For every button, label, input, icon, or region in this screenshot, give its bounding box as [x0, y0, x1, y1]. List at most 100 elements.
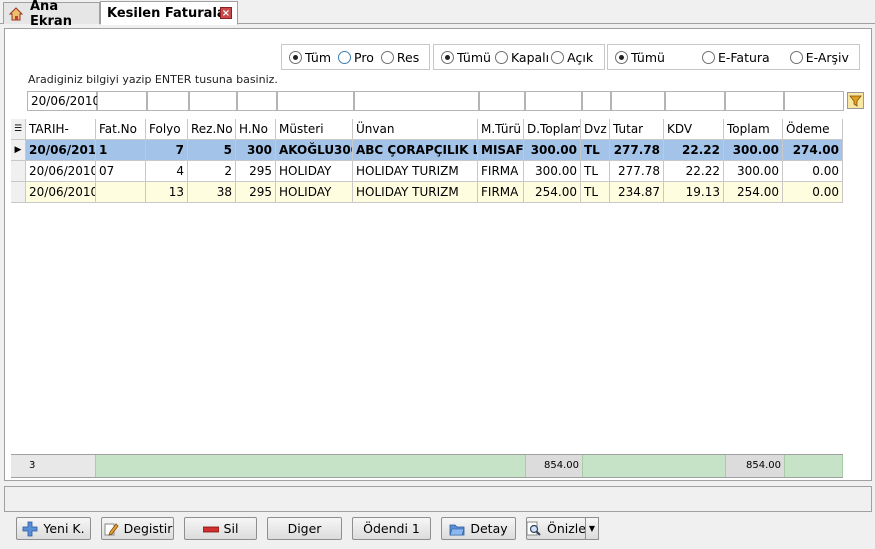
col-toplam[interactable]: Toplam — [724, 119, 783, 140]
cell-odeme[interactable]: 274.00 — [783, 140, 843, 161]
cell-rezno[interactable]: 2 — [188, 161, 236, 182]
col-dvz[interactable]: Dvz — [581, 119, 610, 140]
cell-kdv[interactable]: 19.13 — [664, 182, 724, 203]
cell-tarih[interactable]: 20/06/2010 — [26, 140, 96, 161]
col-rezno[interactable]: Rez.No — [188, 119, 236, 140]
radio-res[interactable]: Res — [380, 50, 419, 65]
cell-folyo[interactable]: 4 — [146, 161, 188, 182]
col-musteri[interactable]: Müsteri — [276, 119, 353, 140]
cell-tutar[interactable]: 234.87 — [610, 182, 664, 203]
cell-folyo[interactable]: 7 — [146, 140, 188, 161]
cell-fatno[interactable]: 07 — [96, 161, 146, 182]
cell-hno[interactable]: 300 — [236, 140, 276, 161]
cell-tarih[interactable]: 20/06/2010 — [26, 182, 96, 203]
cell-dvz[interactable]: TL — [581, 161, 610, 182]
filter-cell[interactable] — [277, 91, 354, 111]
cell-kdv[interactable]: 22.22 — [664, 161, 724, 182]
paid-button[interactable]: Ödendi 1 — [352, 517, 431, 540]
date-filter-input[interactable]: 20/06/2010 — [27, 91, 100, 111]
radio-kapali[interactable]: Kapalı — [494, 50, 549, 65]
cell-tutar[interactable]: 277.78 — [610, 161, 664, 182]
table-row[interactable]: 20/06/2010 07 4 2 295 HOLIDAY HOLIDAY TU… — [11, 161, 843, 182]
close-icon[interactable]: × — [220, 7, 232, 19]
cell-rezno[interactable]: 38 — [188, 182, 236, 203]
cell-kdv[interactable]: 22.22 — [664, 140, 724, 161]
edit-button[interactable]: Degistir — [101, 517, 174, 540]
cell-unvan[interactable]: ABC ÇORAPÇILIK LTD — [353, 140, 478, 161]
cell-dtoplam[interactable]: 300.00 — [524, 140, 581, 161]
new-button[interactable]: Yeni K. — [16, 517, 91, 540]
cell-odeme[interactable]: 0.00 — [783, 182, 843, 203]
filter-cell[interactable] — [97, 91, 147, 111]
cell-fatno[interactable]: 1 — [96, 140, 146, 161]
filter-cell[interactable] — [354, 91, 479, 111]
col-dtoplam[interactable]: D.Toplam — [524, 119, 581, 140]
cell-musteri[interactable]: HOLIDAY — [276, 182, 353, 203]
radio-tumu-einv[interactable]: Tümü — [615, 50, 665, 65]
filter-cell[interactable] — [665, 91, 725, 111]
radio-efatura[interactable]: E-Fatura — [701, 50, 770, 65]
row-indicator-icon: ▶ — [11, 140, 26, 161]
col-kdv[interactable]: KDV — [664, 119, 724, 140]
col-tutar[interactable]: Tutar — [610, 119, 664, 140]
filter-cell[interactable] — [725, 91, 784, 111]
filter-cell[interactable] — [189, 91, 237, 111]
delete-button[interactable]: Sil — [184, 517, 257, 540]
cell-odeme[interactable]: 0.00 — [783, 161, 843, 182]
radio-pro[interactable]: Pro — [338, 50, 374, 65]
radio-tumu[interactable]: Tümü — [441, 50, 491, 65]
cell-dtoplam[interactable]: 300.00 — [524, 161, 581, 182]
col-unvan[interactable]: Ünvan — [353, 119, 478, 140]
filter-group-einvoice: Tümü E-Fatura E-Arşiv — [607, 44, 860, 70]
filter-cell[interactable] — [479, 91, 525, 111]
cell-toplam[interactable]: 254.00 — [724, 182, 783, 203]
radio-acik[interactable]: Açık — [551, 50, 593, 65]
tab-ana-ekran[interactable]: Ana Ekran — [3, 0, 100, 29]
radio-earsiv[interactable]: E-Arşiv — [789, 50, 849, 65]
other-button[interactable]: Diger — [267, 517, 342, 540]
cell-folyo[interactable]: 13 — [146, 182, 188, 203]
col-hno[interactable]: H.No — [236, 119, 276, 140]
cell-toplam[interactable]: 300.00 — [724, 161, 783, 182]
column-chooser-icon[interactable]: ☰ — [11, 119, 26, 140]
grid-summary-footer: 3 854.00 854.00 — [11, 454, 843, 478]
cell-musteri[interactable]: HOLIDAY — [276, 161, 353, 182]
cell-dtoplam[interactable]: 254.00 — [524, 182, 581, 203]
cell-hno[interactable]: 295 — [236, 161, 276, 182]
preview-button[interactable]: Önizle ▼ — [526, 517, 599, 540]
preview-dropdown-icon[interactable]: ▼ — [585, 517, 599, 540]
filter-cell[interactable] — [147, 91, 189, 111]
col-tarih[interactable]: TARIH- — [26, 119, 96, 140]
cell-rezno[interactable]: 5 — [188, 140, 236, 161]
cell-tarih[interactable]: 20/06/2010 — [26, 161, 96, 182]
cell-dvz[interactable]: TL — [581, 140, 610, 161]
cell-musteri[interactable]: AKOĞLU300 — [276, 140, 353, 161]
cell-fatno[interactable] — [96, 182, 146, 203]
filter-cell[interactable] — [611, 91, 665, 111]
col-odeme[interactable]: Ödeme — [783, 119, 843, 140]
col-fatno[interactable]: Fat.No — [96, 119, 146, 140]
cell-unvan[interactable]: HOLIDAY TURIZM — [353, 161, 478, 182]
cell-toplam[interactable]: 300.00 — [724, 140, 783, 161]
filter-cell[interactable] — [237, 91, 277, 111]
cell-mturu[interactable]: FIRMA — [478, 182, 524, 203]
radio-tum[interactable]: Tüm — [289, 50, 331, 65]
detail-button[interactable]: Detay — [441, 517, 516, 540]
home-icon — [8, 6, 24, 22]
cell-mturu[interactable]: FIRMA — [478, 161, 524, 182]
cell-mturu[interactable]: MISAFIR — [478, 140, 524, 161]
cell-tutar[interactable]: 277.78 — [610, 140, 664, 161]
cell-unvan[interactable]: HOLIDAY TURIZM — [353, 182, 478, 203]
filter-cell[interactable] — [784, 91, 844, 111]
col-folyo[interactable]: Folyo — [146, 119, 188, 140]
table-row[interactable]: 20/06/2010 13 38 295 HOLIDAY HOLIDAY TUR… — [11, 182, 843, 203]
cell-hno[interactable]: 295 — [236, 182, 276, 203]
cell-dvz[interactable]: TL — [581, 182, 610, 203]
tab-kesilen-faturalar[interactable]: Kesilen Faturalar × — [100, 1, 238, 25]
filter-cell[interactable] — [525, 91, 582, 111]
summary-count: 3 — [11, 455, 96, 477]
filter-cell[interactable] — [582, 91, 611, 111]
filter-icon[interactable] — [847, 92, 864, 109]
table-row[interactable]: ▶ 20/06/2010 1 7 5 300 AKOĞLU300 ABC ÇOR… — [11, 140, 843, 161]
col-mturu[interactable]: M.Türü — [478, 119, 524, 140]
